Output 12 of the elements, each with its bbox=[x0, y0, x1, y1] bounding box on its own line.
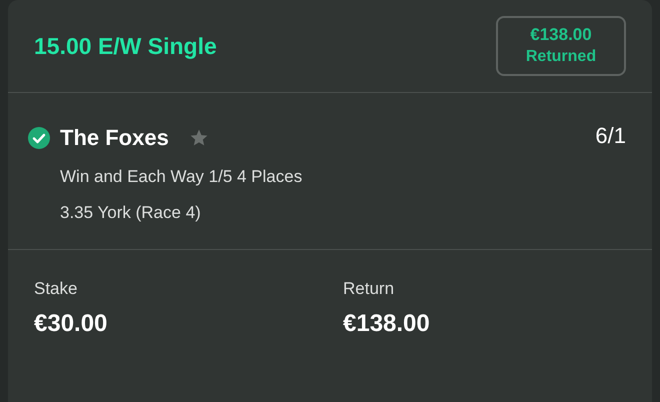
bet-title: 15.00 E/W Single bbox=[34, 32, 217, 61]
event-text: 3.35 York (Race 4) bbox=[60, 202, 202, 224]
total-label: Stake bbox=[34, 278, 78, 300]
star-icon[interactable] bbox=[188, 128, 209, 148]
selection-name: The Foxes bbox=[60, 124, 169, 152]
returned-amount: €138.00 bbox=[530, 24, 592, 46]
returned-label: Returned bbox=[526, 47, 596, 67]
market-text: Win and Each Way 1/5 4 Places bbox=[60, 166, 304, 188]
total-value: €30.00 bbox=[34, 308, 108, 338]
total-value: €138.00 bbox=[343, 308, 431, 338]
odds-text: 6/1 bbox=[595, 122, 626, 150]
total-label: Return bbox=[343, 278, 396, 300]
